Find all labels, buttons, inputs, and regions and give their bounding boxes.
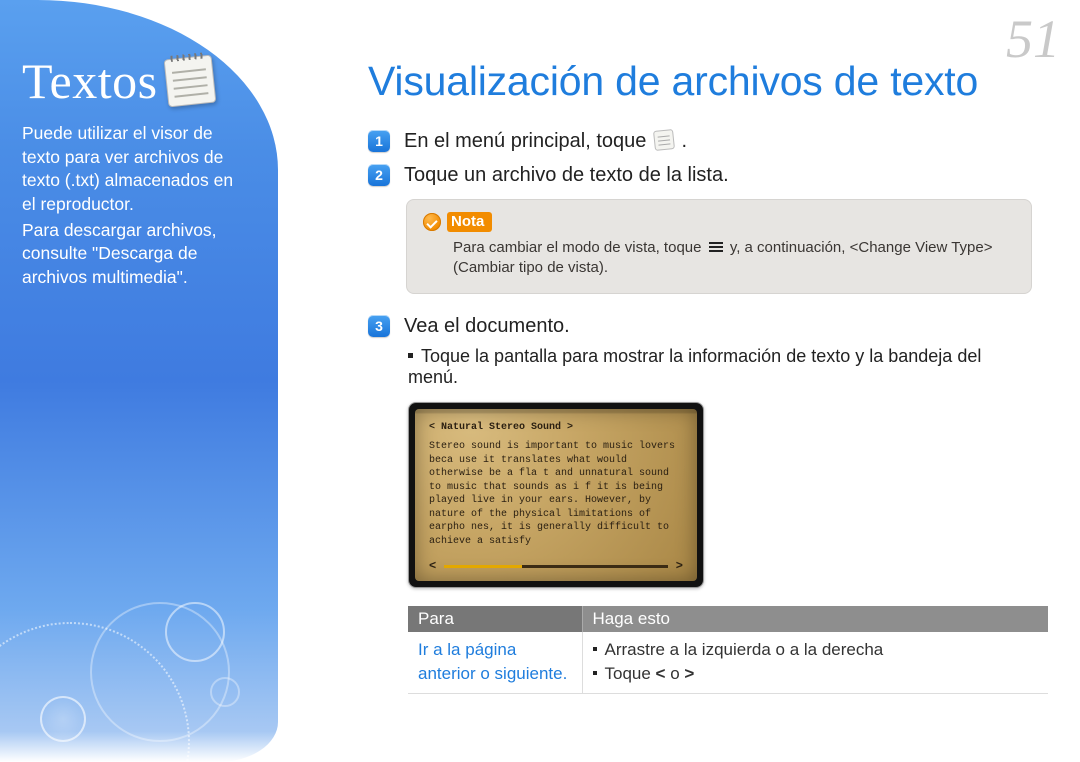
step-1-post: . [682, 130, 688, 152]
note-body-pre: Para cambiar el modo de vista, toque [453, 239, 706, 256]
page-title: Visualización de archivos de texto [368, 58, 1056, 105]
sidebar: Textos Puede utilizar el visor de texto … [0, 0, 278, 762]
next-page-icon[interactable]: > [676, 558, 683, 574]
bullet-icon [408, 353, 413, 358]
step-1: 1 En el menú principal, toque . [368, 127, 1056, 155]
reader-footer: < > [429, 558, 683, 574]
bullet-icon [593, 647, 597, 651]
doc-body: Stereo sound is important to music lover… [429, 440, 683, 548]
step-badge-1: 1 [368, 130, 390, 152]
table-cell-action: Ir a la página anterior o siguiente. [408, 632, 582, 694]
step-badge-2: 2 [368, 164, 390, 186]
notepad-icon [163, 55, 216, 108]
sidebar-paragraph-2: Para descargar archivos, consulte "Desca… [22, 219, 242, 290]
table-header-para: Para [408, 606, 582, 632]
hamburger-menu-icon [709, 240, 723, 254]
sidebar-body: Puede utilizar el visor de texto para ve… [22, 122, 242, 289]
note-label: Nota [423, 212, 492, 232]
prev-page-icon[interactable]: < [429, 558, 436, 574]
instruction-drag: Arrastre a la izquierda o a la derecha [605, 640, 884, 659]
bullet-icon [593, 671, 597, 675]
step-1-pre: En el menú principal, toque [404, 130, 652, 152]
note-label-text: Nota [447, 212, 492, 232]
doc-title: < Natural Stereo Sound > [429, 421, 683, 435]
step-3-subtext-label: Toque la pantalla para mostrar la inform… [408, 346, 981, 387]
sidebar-paragraph-1: Puede utilizar el visor de texto para ve… [22, 122, 242, 217]
step-2: 2 Toque un archivo de texto de la lista. [368, 161, 1056, 189]
instruction-tap-mid: o [665, 664, 684, 683]
device-screenshot: < Natural Stereo Sound > Stereo sound is… [408, 402, 704, 588]
table-cell-instructions: Arrastre a la izquierda o a la derecha T… [582, 632, 1048, 694]
step-3-subtext: Toque la pantalla para mostrar la inform… [408, 346, 1032, 388]
instruction-tap-pre: Toque [605, 664, 656, 683]
step-2-text: Toque un archivo de texto de la lista. [404, 161, 729, 189]
progress-bar[interactable] [444, 565, 668, 568]
action-table: Para Haga esto Ir a la página anterior o… [408, 606, 1048, 694]
main-content: Visualización de archivos de texto 1 En … [300, 58, 1056, 694]
step-1-text: En el menú principal, toque . [404, 127, 687, 155]
greater-than-icon: > [684, 664, 694, 683]
check-icon [423, 213, 441, 231]
text-app-icon [653, 129, 675, 151]
step-3: 3 Vea el documento. [368, 312, 1056, 340]
less-than-icon: < [656, 664, 666, 683]
step-badge-3: 3 [368, 315, 390, 337]
table-row: Ir a la página anterior o siguiente. Arr… [408, 632, 1048, 694]
step-3-text: Vea el documento. [404, 312, 570, 340]
note-box: Nota Para cambiar el modo de vista, toqu… [406, 199, 1032, 294]
table-header-haga-esto: Haga esto [582, 606, 1048, 632]
sidebar-title: Textos [22, 52, 158, 110]
note-body: Para cambiar el modo de vista, toque y, … [453, 238, 1015, 279]
parchment-reader: < Natural Stereo Sound > Stereo sound is… [415, 409, 697, 581]
